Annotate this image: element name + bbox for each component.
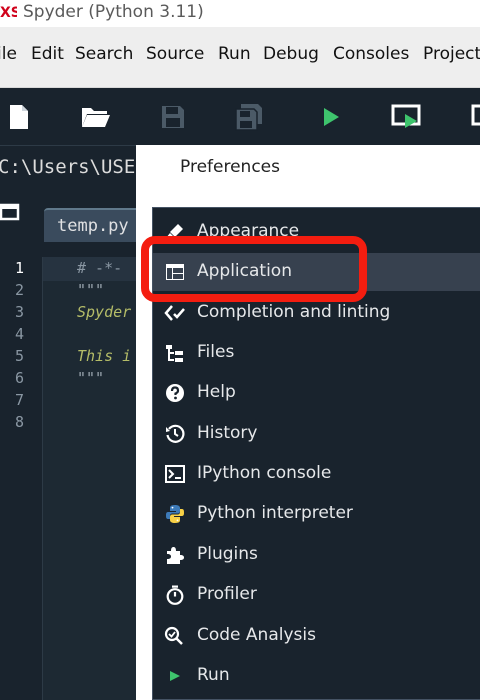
pref-item-code-analysis[interactable]: Code Analysis: [153, 617, 480, 655]
line-number: 5: [15, 347, 25, 365]
pref-item-label: Code Analysis: [197, 625, 316, 645]
new-file-button[interactable]: [2, 100, 36, 134]
menu-edit[interactable]: Edit: [31, 44, 64, 64]
title-bar: XS Spyder (Python 3.11): [0, 0, 480, 27]
pref-item-profiler[interactable]: Profiler: [153, 576, 480, 614]
pane-options-icon[interactable]: [0, 203, 20, 221]
line-number: 4: [15, 325, 25, 343]
code-line: This i: [77, 347, 132, 365]
code-line: Spyder: [77, 303, 132, 321]
python-icon: [166, 505, 184, 523]
menu-source[interactable]: Source: [146, 44, 204, 64]
line-number: 3: [15, 303, 25, 321]
pref-item-python-interpreter[interactable]: Python interpreter: [153, 495, 480, 533]
pref-item-run[interactable]: Run: [153, 657, 480, 695]
file-tree-icon: [166, 345, 183, 362]
line-number: 1: [15, 259, 25, 277]
save-icon: [162, 106, 184, 128]
open-folder-icon: [82, 108, 110, 127]
preferences-dialog-title: Preferences: [180, 157, 280, 177]
working-directory-bar: C:\Users\USE: [0, 145, 140, 194]
run-cell-advance-icon: [471, 104, 480, 126]
run-triangle-icon: [170, 671, 180, 681]
line-number: 7: [15, 391, 25, 409]
spyder-logo-icon: XS: [0, 4, 17, 23]
main-toolbar: [0, 88, 480, 145]
run-cell-icon: [391, 104, 421, 128]
line-number: 8: [15, 413, 25, 431]
code-line: # -*-: [77, 259, 123, 277]
pref-item-label: Help: [197, 382, 236, 402]
pref-item-label: Plugins: [197, 544, 258, 564]
pref-item-help[interactable]: Help: [153, 374, 480, 412]
preferences-dialog-titlebar: Preferences: [136, 145, 480, 191]
run-cell-advance-button[interactable]: [464, 100, 480, 134]
pref-item-label: Python interpreter: [197, 503, 353, 523]
menu-bar: ile Edit Search Source Run Debug Console…: [0, 27, 480, 88]
menu-file[interactable]: ile: [0, 44, 17, 64]
pref-item-history[interactable]: History: [153, 415, 480, 453]
run-icon: [324, 108, 339, 126]
new-file-icon: [10, 105, 28, 129]
menu-projects[interactable]: Project: [423, 44, 480, 64]
run-cell-button[interactable]: [390, 100, 424, 134]
pref-item-files[interactable]: Files: [153, 334, 480, 372]
help-icon: [166, 384, 184, 402]
completion-icon: [164, 305, 185, 321]
highlight-annotation: [141, 236, 367, 302]
menu-consoles[interactable]: Consoles: [333, 44, 409, 64]
working-directory-path[interactable]: C:\Users\USE: [0, 156, 135, 178]
code-line: """: [77, 369, 105, 387]
pref-item-label: History: [197, 423, 258, 443]
line-number: 2: [15, 281, 25, 299]
line-number-gutter: 1 2 3 4 5 6 7 8: [0, 257, 36, 700]
menu-search[interactable]: Search: [75, 44, 133, 64]
code-analysis-icon: [164, 626, 183, 645]
pref-item-label: IPython console: [197, 463, 332, 483]
history-icon: [166, 424, 185, 443]
save-all-icon: [235, 104, 262, 131]
menu-run[interactable]: Run: [218, 44, 251, 64]
run-file-button[interactable]: [314, 100, 348, 134]
pref-item-label: Profiler: [197, 584, 257, 604]
code-line: """: [77, 281, 105, 299]
save-all-button[interactable]: [232, 100, 266, 134]
pref-item-ipython-console[interactable]: IPython console: [153, 455, 480, 493]
pref-item-label: Completion and linting: [197, 302, 391, 322]
pref-item-label: Run: [197, 665, 230, 685]
console-icon: [165, 465, 185, 483]
pref-item-label: Files: [197, 342, 235, 362]
save-button[interactable]: [156, 100, 190, 134]
stopwatch-icon: [166, 585, 184, 605]
pref-item-plugins[interactable]: Plugins: [153, 536, 480, 574]
window-title: Spyder (Python 3.11): [23, 2, 204, 22]
open-file-button[interactable]: [79, 100, 113, 134]
editor-tab-label: temp.py: [57, 216, 129, 236]
menu-debug[interactable]: Debug: [263, 44, 319, 64]
puzzle-icon: [167, 547, 184, 564]
line-number: 6: [15, 369, 25, 387]
